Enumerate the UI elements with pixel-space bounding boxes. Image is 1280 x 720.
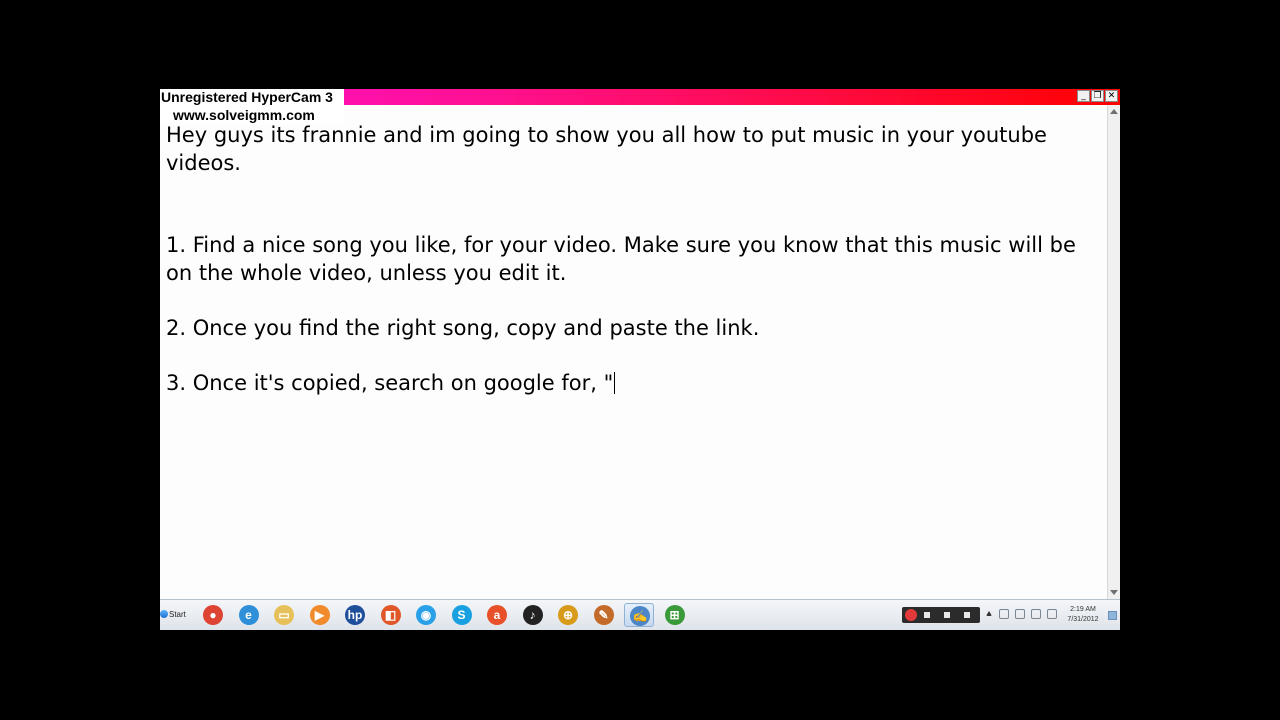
show-hidden-icons-icon[interactable] [986,611,992,616]
skype-taskbar-button[interactable]: S [447,603,477,627]
scroll-down-icon[interactable] [1110,590,1118,595]
chrome-taskbar-button[interactable]: ● [198,603,228,627]
screen: _ ❐ ✕ Unregistered HyperCam 3 www.solvei… [160,89,1120,630]
wordpad-taskbar-button[interactable]: ✍ [624,603,654,627]
minimize-button[interactable]: _ [1077,90,1090,102]
hp-taskbar-button[interactable]: hp [340,603,370,627]
line-step-3: 3. Once it's copied, search on google fo… [166,370,614,395]
orb-app-taskbar-button[interactable]: ◉ [411,603,441,627]
wordpad-icon: ✍ [630,606,650,626]
aim-taskbar-button[interactable]: a [482,603,512,627]
start-button[interactable]: Start [160,604,190,626]
clock-date: 7/31/2012 [1067,616,1099,623]
settings-icon[interactable] [964,612,970,618]
watermark-line-2: www.solveigmm.com [173,107,315,123]
network-icon[interactable] [1031,609,1041,619]
music-app-taskbar-button[interactable]: ♪ [518,603,548,627]
line-step-1: 1. Find a nice song you like, for your v… [166,233,1083,285]
start-label: Start [169,610,186,619]
vertical-scrollbar[interactable] [1107,105,1120,599]
orb-app-icon: ◉ [416,605,436,625]
internet-explorer-icon: e [238,605,259,625]
globe-taskbar-button[interactable]: ⊕ [553,603,583,627]
hypercam-controls[interactable] [902,607,980,623]
scroll-up-icon[interactable] [1110,109,1118,114]
windows-orb-icon [160,610,168,618]
media-player-taskbar-button[interactable]: ▶ [305,603,335,627]
clock[interactable]: 2:19 AM 7/31/2012 [1063,605,1103,625]
action-center-icon[interactable] [1015,609,1025,619]
restore-button[interactable]: ❐ [1091,90,1104,102]
pause-icon[interactable] [944,612,950,618]
internet-explorer-taskbar-button[interactable]: e [234,603,264,627]
chrome-icon: ● [203,605,223,625]
globe-icon: ⊕ [558,605,578,625]
close-button[interactable]: ✕ [1105,90,1118,102]
show-desktop-button[interactable] [1108,611,1117,620]
media-player-icon: ▶ [309,605,330,625]
system-tray: 2:19 AM 7/31/2012 [898,602,1120,629]
windows-taskbar-button[interactable]: ⊞ [660,603,690,627]
clock-time: 2:19 AM [1070,606,1096,613]
folder-taskbar-button[interactable]: ▭ [269,603,299,627]
document-area[interactable]: Hey guys its frannie and im going to sho… [160,105,1107,599]
volume-icon[interactable] [1047,609,1057,619]
line-intro: Hey guys its frannie and im going to sho… [166,123,1054,175]
paint-icon: ✎ [593,605,614,625]
flag-icon[interactable] [999,609,1009,619]
skype-icon: S [451,605,472,625]
line-step-2: 2. Once you find the right song, copy an… [166,315,760,340]
paint-taskbar-button[interactable]: ✎ [589,603,619,627]
aim-icon: a [487,605,507,625]
hypercam-watermark: Unregistered HyperCam 3 www.solveigmm.co… [160,89,344,125]
folder-icon: ▭ [274,605,294,625]
text-caret [614,371,616,394]
taskbar: Start ● e ▭ ▶ hp ◧ ◉ Sa ♪ ⊕ ✎ ✍ ⊞ 2:19 AM 7/31/2012 [160,599,1120,630]
windows-icon: ⊞ [664,605,685,625]
document-text[interactable]: Hey guys its frannie and im going to sho… [166,122,1101,397]
record-icon[interactable] [905,609,917,621]
office-taskbar-button[interactable]: ◧ [376,603,406,627]
hp-icon: hp [345,605,365,625]
office-icon: ◧ [380,605,401,625]
stop-icon[interactable] [924,612,930,618]
music-app-icon: ♪ [522,605,543,625]
watermark-line-1: Unregistered HyperCam 3 [161,89,333,105]
